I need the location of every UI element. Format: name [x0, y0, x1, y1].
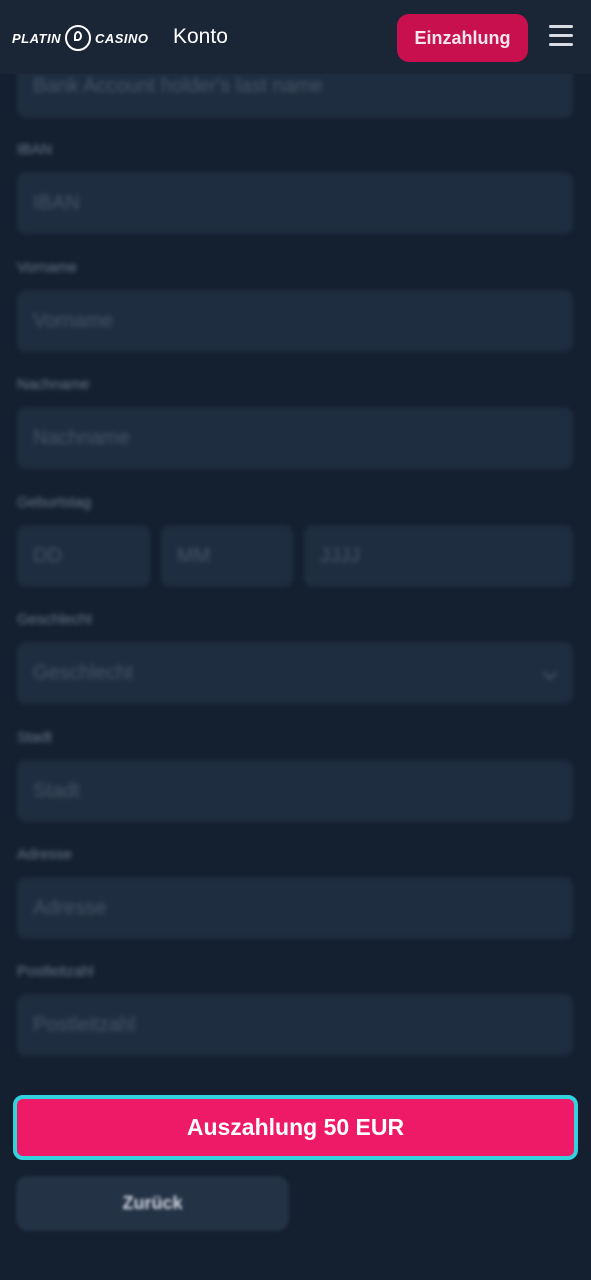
- birth-day-input[interactable]: DD: [17, 525, 150, 587]
- postleitzahl-label: Postleitzahl: [17, 963, 94, 980]
- geburtstag-label: Geburtstag: [17, 494, 92, 511]
- nav-konto-link[interactable]: Konto: [173, 24, 228, 50]
- platin-casino-logo[interactable]: PLATIN CASINO: [12, 24, 149, 52]
- back-button[interactable]: Zurück: [16, 1176, 289, 1231]
- birth-year-input[interactable]: JJJJ: [304, 525, 573, 587]
- nachname-input[interactable]: Nachname: [17, 407, 573, 469]
- postleitzahl-input[interactable]: Postleitzahl: [17, 994, 573, 1056]
- geschlecht-select[interactable]: Geschlecht: [17, 642, 573, 704]
- logo-text-left: PLATIN: [12, 30, 61, 46]
- logo-p-icon: [64, 25, 91, 51]
- birth-month-input[interactable]: MM: [161, 525, 293, 587]
- stadt-input[interactable]: Stadt: [17, 760, 573, 822]
- vorname-input[interactable]: Vorname: [17, 290, 573, 352]
- geschlecht-label: Geschlecht: [17, 611, 93, 628]
- hamburger-menu-icon[interactable]: [549, 25, 573, 47]
- adresse-label: Adresse: [17, 846, 73, 863]
- top-nav-bar: PLATIN CASINO Konto Einzahlung: [0, 0, 591, 74]
- chevron-down-icon: [542, 665, 558, 681]
- deposit-button[interactable]: Einzahlung: [397, 14, 528, 62]
- vorname-label: Vorname: [17, 259, 78, 276]
- stadt-label: Stadt: [17, 729, 53, 746]
- iban-label: IBAN: [17, 141, 53, 158]
- withdraw-submit-button[interactable]: Auszahlung 50 EUR: [13, 1095, 578, 1160]
- nachname-label: Nachname: [17, 376, 90, 393]
- iban-input[interactable]: IBAN: [17, 172, 573, 234]
- logo-text-right: CASINO: [94, 30, 149, 46]
- geschlecht-select-value: Geschlecht: [33, 662, 134, 684]
- adresse-input[interactable]: Adresse: [17, 877, 573, 939]
